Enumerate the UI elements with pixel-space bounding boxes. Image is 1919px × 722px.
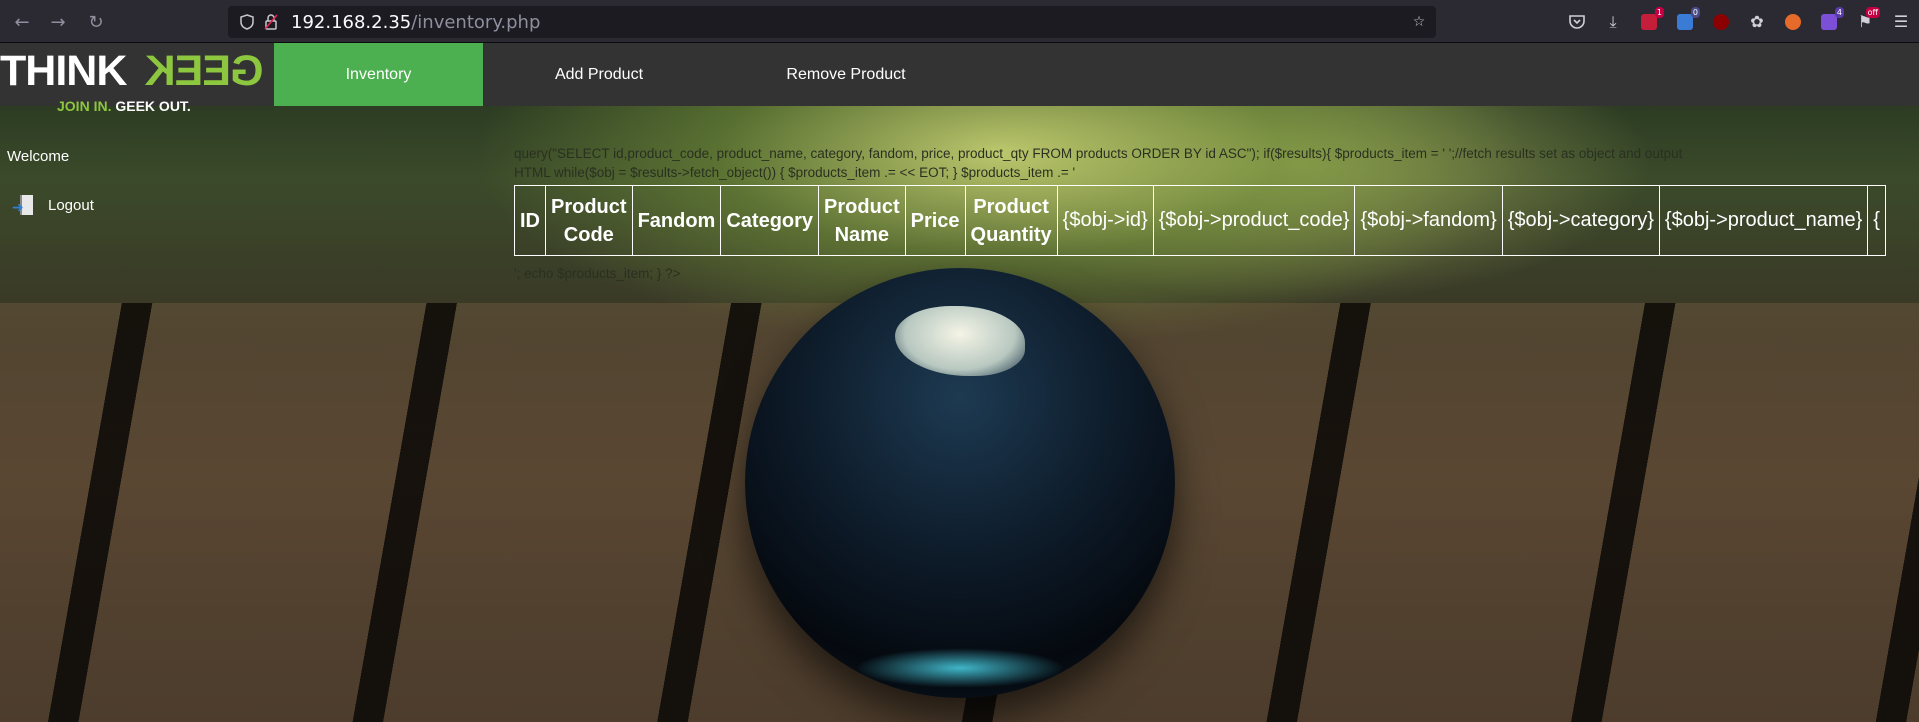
leaked-php-code-end: '; echo $products_item; } ?> [514, 266, 681, 281]
nav-add-product[interactable]: Add Product [483, 43, 715, 106]
downloads-icon[interactable]: ⤓ [1595, 4, 1631, 40]
logo-geek: GEEK [145, 47, 264, 95]
col-header: Category [720, 185, 820, 256]
shield-icon[interactable] [238, 13, 256, 31]
fox-extension-icon[interactable] [1775, 4, 1811, 40]
table-cell: {$obj->fandom} [1354, 185, 1503, 256]
nav-inventory[interactable]: Inventory [274, 43, 483, 106]
cookie-icon[interactable]: ✿ [1739, 4, 1775, 40]
url-path: /inventory.php [411, 12, 541, 33]
col-header: Product Quantity [964, 185, 1058, 256]
table-cell: {$obj->category} [1501, 185, 1660, 256]
logout-link[interactable]: ➜ Logout [12, 195, 94, 216]
logo-think: THINK [0, 47, 127, 95]
extension-red-icon[interactable]: 1 [1631, 4, 1667, 40]
top-nav: THINK GEEK JOIN IN. GEEK OUT. Inventory … [0, 43, 1919, 114]
url-host: 192.168.2.35 [291, 12, 412, 33]
nav-remove-product[interactable]: Remove Product [715, 43, 977, 106]
page-content: THINK GEEK JOIN IN. GEEK OUT. Inventory … [0, 43, 1919, 722]
table-cell: {$obj->product_code} [1152, 185, 1356, 256]
col-header: Product Code [545, 185, 633, 256]
table-cell: {$obj->id} [1056, 185, 1154, 256]
inventory-table: ID Product Code Fandom Category Product … [514, 185, 1886, 256]
col-header: ID [514, 185, 546, 256]
table-header-row: ID Product Code Fandom Category Product … [514, 185, 1886, 256]
welcome-text: Welcome [7, 148, 70, 165]
table-cell: { [1867, 185, 1886, 256]
purple-extension-icon[interactable]: 4 [1811, 4, 1847, 40]
leaked-php-code: query("SELECT id,product_code, product_n… [514, 146, 1683, 180]
col-header: Price [904, 185, 966, 256]
pocket-icon[interactable] [1559, 4, 1595, 40]
bookmark-star-icon[interactable]: ☆ [1410, 13, 1428, 31]
col-header: Fandom [631, 185, 722, 256]
hacker-extension-icon[interactable]: ⚑ off [1847, 4, 1883, 40]
ublock-icon[interactable] [1703, 4, 1739, 40]
logout-icon: ➜ [12, 195, 34, 216]
col-header: Product Name [818, 185, 906, 256]
crystal-ball-image [745, 268, 1175, 698]
table-cell: {$obj->product_name} [1658, 185, 1869, 256]
address-bar[interactable]: 192.168.2.35/inventory.php ☆ [228, 6, 1436, 38]
reload-icon[interactable]: ↻ [84, 10, 108, 34]
extension-blue-icon[interactable]: 0 [1667, 4, 1703, 40]
back-icon[interactable]: ← [10, 10, 34, 34]
url-text[interactable]: 192.168.2.35/inventory.php [291, 12, 540, 33]
forward-icon[interactable]: → [46, 10, 70, 34]
toolbar-icons: ⤓ 1 0 ✿ 4 ⚑ off ☰ [1559, 0, 1919, 43]
menu-icon[interactable]: ☰ [1883, 4, 1919, 40]
logo-tagline: JOIN IN. GEEK OUT. [57, 98, 191, 114]
thinkgeek-logo[interactable]: THINK GEEK JOIN IN. GEEK OUT. [0, 43, 274, 114]
logout-label: Logout [48, 196, 94, 214]
browser-toolbar: ← → ↻ 192.168.2.35/inventory.php ☆ ⤓ 1 0… [0, 0, 1919, 43]
insecure-lock-icon[interactable] [262, 13, 280, 31]
